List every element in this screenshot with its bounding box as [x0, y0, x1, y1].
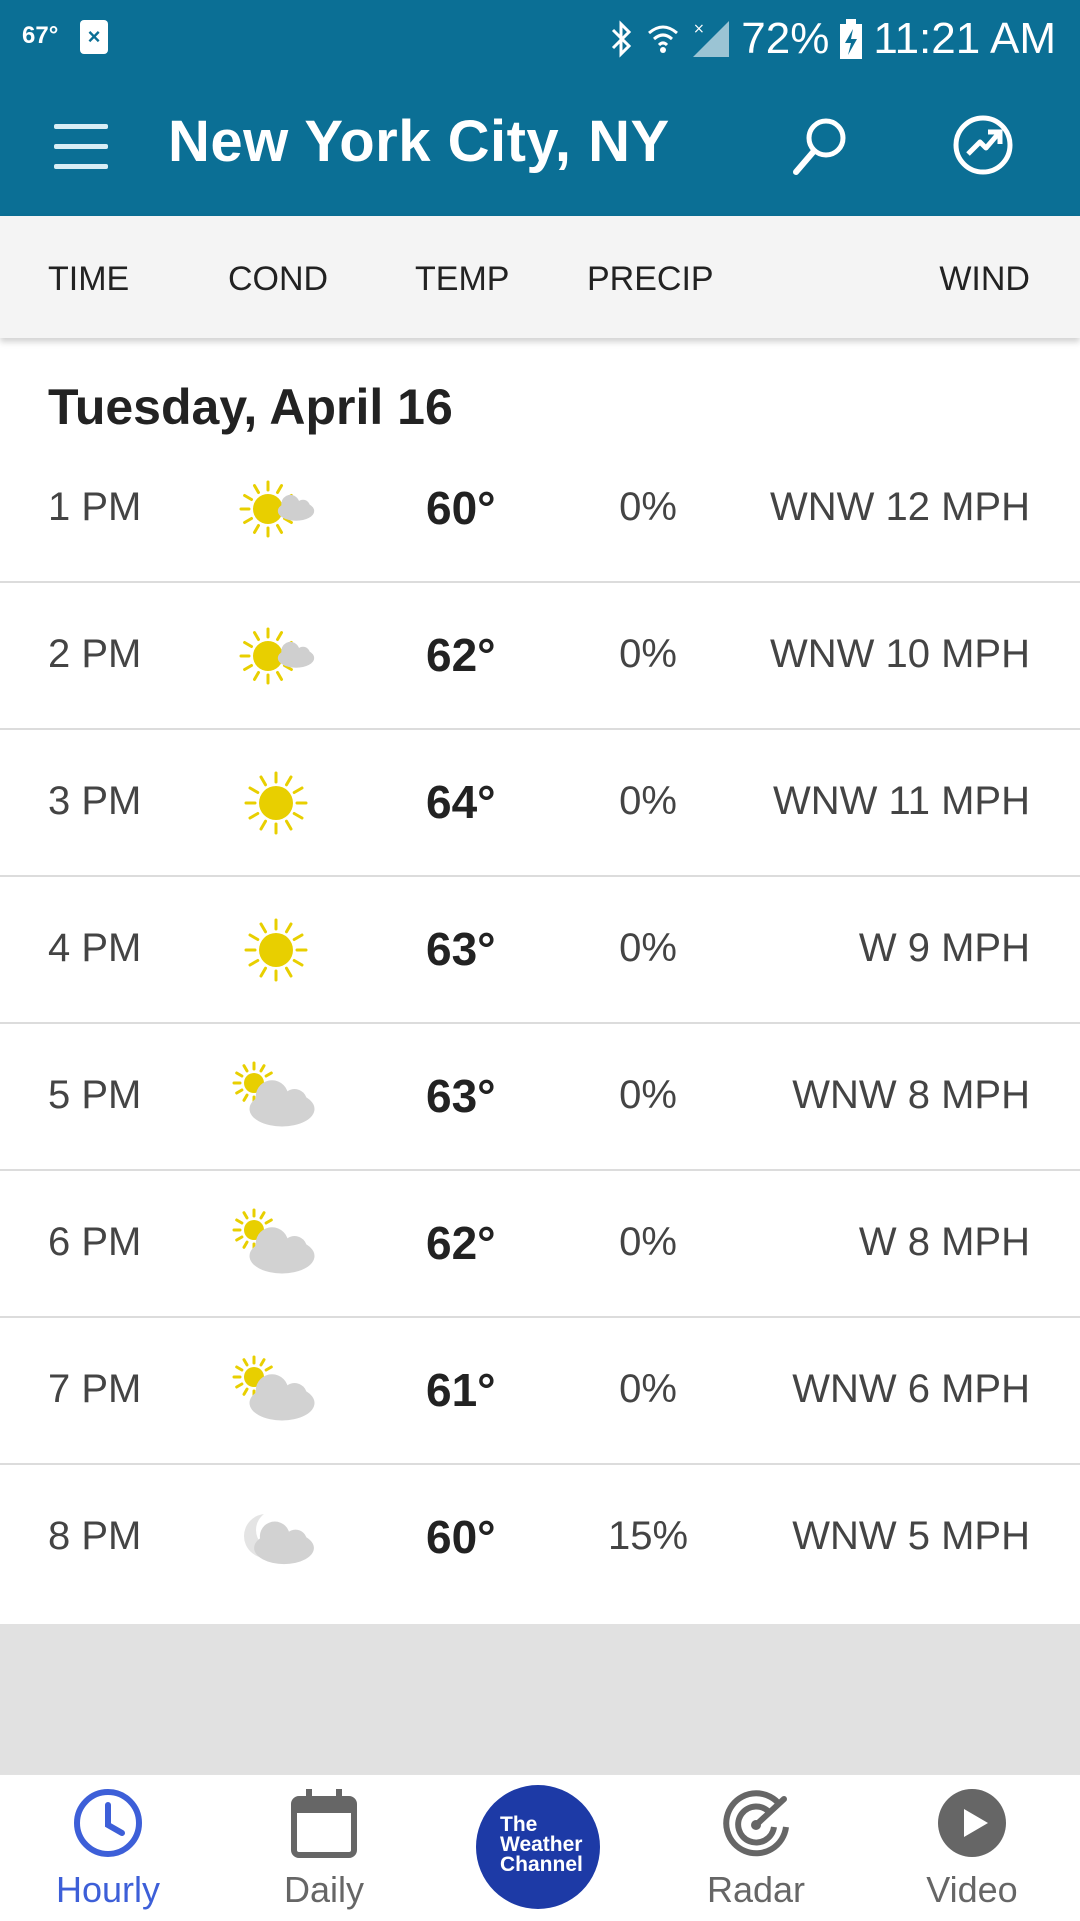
status-right-group: × 72% 11:21 AM — [609, 12, 1056, 66]
row-wind: WNW 10 MPH — [770, 632, 1030, 676]
row-temp: 62° — [426, 629, 496, 681]
ad-banner-area — [0, 1624, 1080, 1774]
row-precip: 0% — [619, 1220, 677, 1264]
row-time: 7 PM — [48, 1367, 142, 1411]
row-time: 2 PM — [48, 632, 142, 676]
tab-daily-label: Daily — [283, 1869, 364, 1910]
row-temp: 63° — [426, 1070, 496, 1122]
hourly-row[interactable]: 2 PM 62° 0% WNW 10 MPH — [0, 582, 1080, 730]
row-wind: W 8 MPH — [858, 1220, 1030, 1264]
row-wind: WNW 8 MPH — [792, 1073, 1030, 1117]
svg-text:×: × — [693, 21, 705, 37]
column-wind: WIND — [939, 260, 1030, 298]
row-precip: 0% — [619, 926, 677, 970]
partly-cloudy-night-icon — [244, 1510, 314, 1565]
notification-icon: × — [80, 20, 108, 54]
clock-icon — [74, 1789, 142, 1857]
play-icon — [938, 1789, 1006, 1857]
mostly-sunny-icon — [239, 627, 315, 685]
row-wind: WNW 5 MPH — [792, 1514, 1030, 1558]
bottom-navigation: Hourly Daily The Weather Channel Radar V… — [0, 1774, 1080, 1921]
tab-hourly[interactable]: Hourly — [8, 1775, 208, 1921]
column-cond: COND — [228, 260, 329, 298]
column-precip: PRECIP — [587, 260, 714, 298]
row-precip: 0% — [619, 485, 677, 529]
partly-cloudy-icon — [232, 1061, 315, 1127]
day-label: Tuesday, April 16 — [48, 379, 453, 435]
hourly-row[interactable]: 4 PM 63° 0% W 9 MPH — [0, 876, 1080, 1024]
menu-icon-line — [54, 144, 108, 149]
logo-text-line1: The — [500, 1813, 538, 1836]
row-temp: 61° — [426, 1364, 496, 1416]
row-time: 5 PM — [48, 1073, 142, 1117]
row-temp: 63° — [426, 923, 496, 975]
cell-signal-icon: × — [693, 21, 730, 57]
row-wind: WNW 6 MPH — [792, 1367, 1030, 1411]
menu-button[interactable] — [50, 122, 112, 172]
status-temperature: 67° — [22, 22, 59, 49]
tab-daily[interactable]: Daily — [224, 1775, 424, 1921]
weather-channel-logo[interactable]: The Weather Channel — [476, 1785, 600, 1909]
column-temp: TEMP — [415, 260, 510, 298]
tab-video[interactable]: Video — [872, 1775, 1072, 1921]
status-bar: 67° × × 72% 11:21 AM — [0, 0, 1080, 78]
app-bar: New York City, NY — [0, 78, 1080, 216]
share-location-icon[interactable] — [950, 112, 1016, 178]
menu-icon-line — [54, 164, 108, 169]
row-precip: 0% — [619, 1073, 677, 1117]
wifi-icon — [648, 25, 679, 53]
row-precip: 0% — [619, 1367, 677, 1411]
battery-charging-icon — [840, 19, 863, 59]
bluetooth-icon — [612, 20, 632, 58]
radar-icon — [723, 1790, 789, 1857]
calendar-icon — [291, 1789, 357, 1858]
tab-radar-label: Radar — [706, 1869, 806, 1910]
row-temp: 64° — [426, 776, 496, 828]
hourly-list[interactable]: Tuesday, April 16 1 PM 60° 0% WNW 12 MPH 2 P… — [0, 338, 1080, 1624]
hourly-row[interactable]: 3 PM 64° 0% WNW 11 MPH — [0, 729, 1080, 877]
partly-cloudy-icon — [232, 1208, 315, 1274]
logo-text-line3: Channel — [500, 1853, 583, 1876]
logo-text-line2: Weather — [500, 1833, 583, 1856]
row-time: 8 PM — [48, 1514, 142, 1558]
row-wind: WNW 12 MPH — [770, 485, 1030, 529]
search-icon[interactable] — [788, 114, 852, 178]
hourly-row[interactable]: 5 PM 63° 0% WNW 8 MPH — [0, 1023, 1080, 1171]
sunny-icon — [244, 771, 308, 835]
row-time: 4 PM — [48, 926, 142, 970]
row-temp: 60° — [426, 482, 496, 534]
row-time: 3 PM — [48, 779, 142, 823]
partly-cloudy-icon — [232, 1355, 315, 1421]
battery-percent: 72% — [741, 14, 830, 63]
row-temp: 62° — [426, 1217, 496, 1269]
hourly-row[interactable]: 8 PM 60° 15% WNW 5 MPH — [0, 1464, 1080, 1610]
hourly-row[interactable]: 6 PM 62° 0% W 8 MPH — [0, 1170, 1080, 1318]
menu-icon — [54, 124, 108, 129]
hourly-row[interactable]: 7 PM 61° 0% WNW 6 MPH — [0, 1317, 1080, 1465]
hourly-row[interactable]: 1 PM 60° 0% WNW 12 MPH — [0, 435, 1080, 583]
row-wind: W 9 MPH — [858, 926, 1030, 970]
tab-hourly-label: Hourly — [55, 1869, 161, 1910]
row-precip: 0% — [619, 632, 677, 676]
tab-radar[interactable]: Radar — [656, 1775, 856, 1921]
row-wind: WNW 11 MPH — [772, 779, 1030, 823]
row-precip: 15% — [607, 1514, 689, 1558]
sunny-icon — [244, 918, 308, 982]
column-time: TIME — [48, 260, 130, 298]
row-precip: 0% — [619, 779, 677, 823]
location-title[interactable]: New York City, NY — [168, 108, 670, 175]
mostly-sunny-icon — [239, 480, 315, 538]
column-header: TIME COND TEMP PRECIP WIND — [0, 216, 1080, 338]
row-temp: 60° — [426, 1511, 496, 1563]
row-time: 6 PM — [48, 1220, 142, 1264]
row-time: 1 PM — [48, 485, 142, 529]
status-time: 11:21 AM — [873, 14, 1056, 63]
tab-video-label: Video — [926, 1869, 1018, 1910]
